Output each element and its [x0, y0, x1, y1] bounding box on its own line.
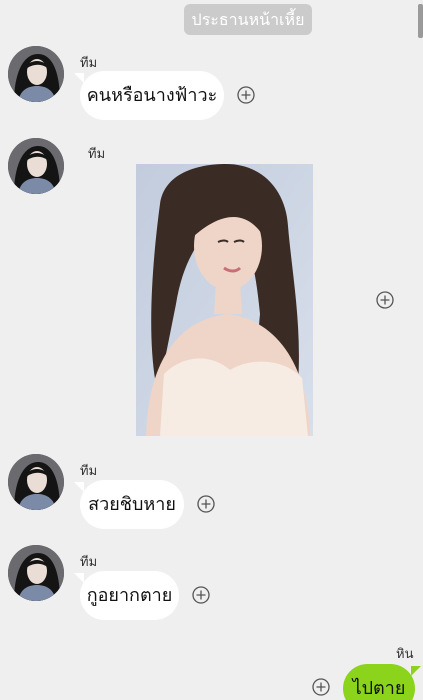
avatar[interactable]	[8, 138, 64, 194]
message-bubble[interactable]: สวยชิบหาย	[74, 480, 184, 529]
shared-photo[interactable]	[136, 164, 313, 436]
plus-circle-icon[interactable]	[197, 495, 215, 513]
sender-name: ทีม	[80, 56, 98, 71]
avatar[interactable]	[8, 545, 64, 601]
sender-name: หิน	[396, 647, 414, 662]
message-bubble-outgoing[interactable]: ไปตาย	[343, 664, 421, 700]
sender-name: ทีม	[80, 555, 98, 570]
plus-circle-icon[interactable]	[237, 86, 255, 104]
message-bubble[interactable]: คนหรือนางฟ้าวะ	[74, 71, 224, 120]
avatar-icon	[8, 46, 64, 102]
avatar-icon	[8, 138, 64, 194]
plus-circle-icon[interactable]	[192, 586, 210, 604]
avatar-icon	[8, 454, 64, 510]
message-bubble[interactable]: กูอยากตาย	[74, 571, 179, 620]
scrollbar[interactable]	[418, 4, 423, 38]
chat-screen: ประธานหน้าเหี้ย ทีม คนหรือนางฟ้าวะ ทีม ท…	[0, 0, 423, 700]
photo-image	[136, 164, 313, 436]
group-name-chip[interactable]: ประธานหน้าเหี้ย	[184, 4, 312, 35]
plus-circle-icon[interactable]	[376, 291, 394, 309]
plus-circle-icon[interactable]	[312, 678, 330, 696]
avatar[interactable]	[8, 454, 64, 510]
avatar-icon	[8, 545, 64, 601]
sender-name: ทีม	[80, 464, 98, 479]
avatar[interactable]	[8, 46, 64, 102]
sender-name: ทีม	[88, 147, 106, 162]
